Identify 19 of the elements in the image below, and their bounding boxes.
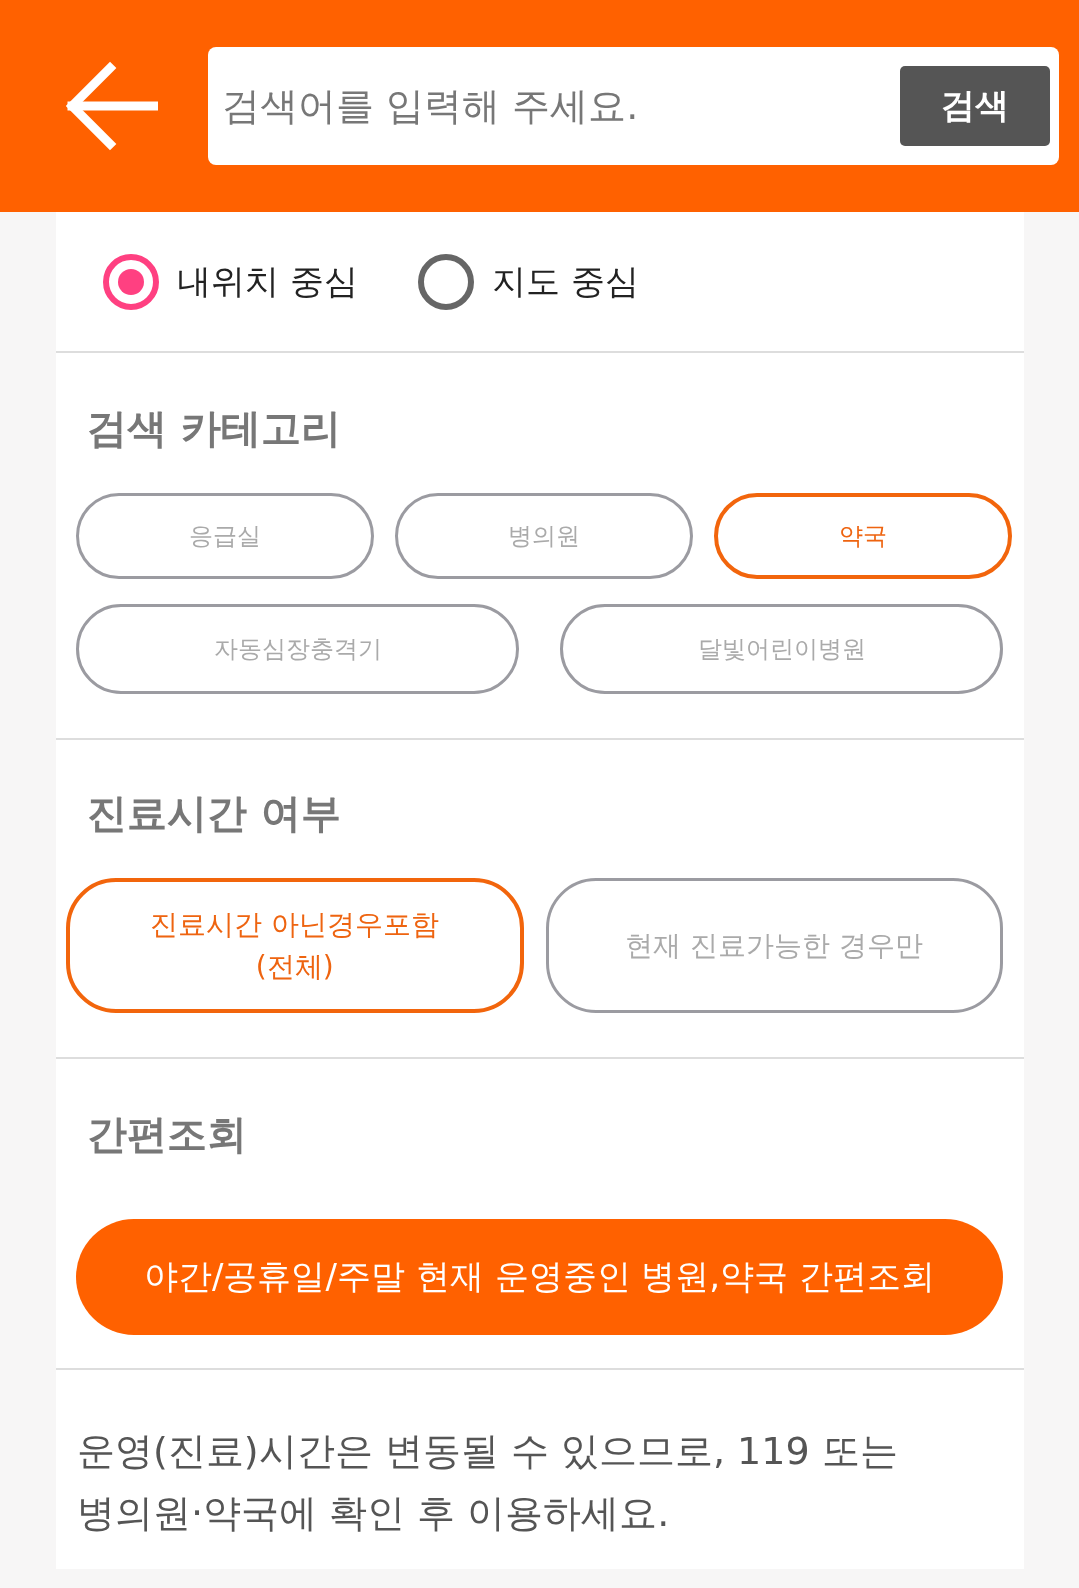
filter-chip[interactable]: 응급실 <box>76 493 374 579</box>
search-field[interactable]: 검색어를 입력해 주세요. 검색 <box>208 47 1059 165</box>
filter-chip[interactable]: 현재 진료가능한 경우만 <box>545 878 1003 1013</box>
filter-chip[interactable]: 달빛어린이병원 <box>560 604 1003 694</box>
back-button[interactable] <box>66 60 158 152</box>
radio-option[interactable]: 지도 중심 <box>417 253 639 310</box>
section-title: 검색 카테고리 <box>87 404 341 453</box>
radio-icon[interactable] <box>103 253 159 310</box>
filter-chip[interactable]: 병의원 <box>395 493 693 579</box>
filter-chip[interactable]: 자동심장충격기 <box>76 604 519 694</box>
filter-chip[interactable]: 진료시간 아닌경우포함 (전체) <box>66 878 524 1013</box>
section-title: 간편조회 <box>87 1110 247 1159</box>
section-title: 진료시간 여부 <box>87 789 341 838</box>
quick-search-button[interactable]: 야간/공휴일/주말 현재 운영중인 병원,약국 간편조회 <box>76 1219 1003 1335</box>
notice-text: 운영(진료)시간은 변동될 수 있으므로, 119 또는 병의원·약국에 확인 후 이용하세요. <box>77 1428 898 1537</box>
search-button[interactable]: 검색 <box>900 66 1050 146</box>
filter-chip[interactable]: 약국 <box>714 493 1012 579</box>
radio-option[interactable]: 내위치 중심 <box>103 253 358 310</box>
radio-icon[interactable] <box>417 253 474 310</box>
